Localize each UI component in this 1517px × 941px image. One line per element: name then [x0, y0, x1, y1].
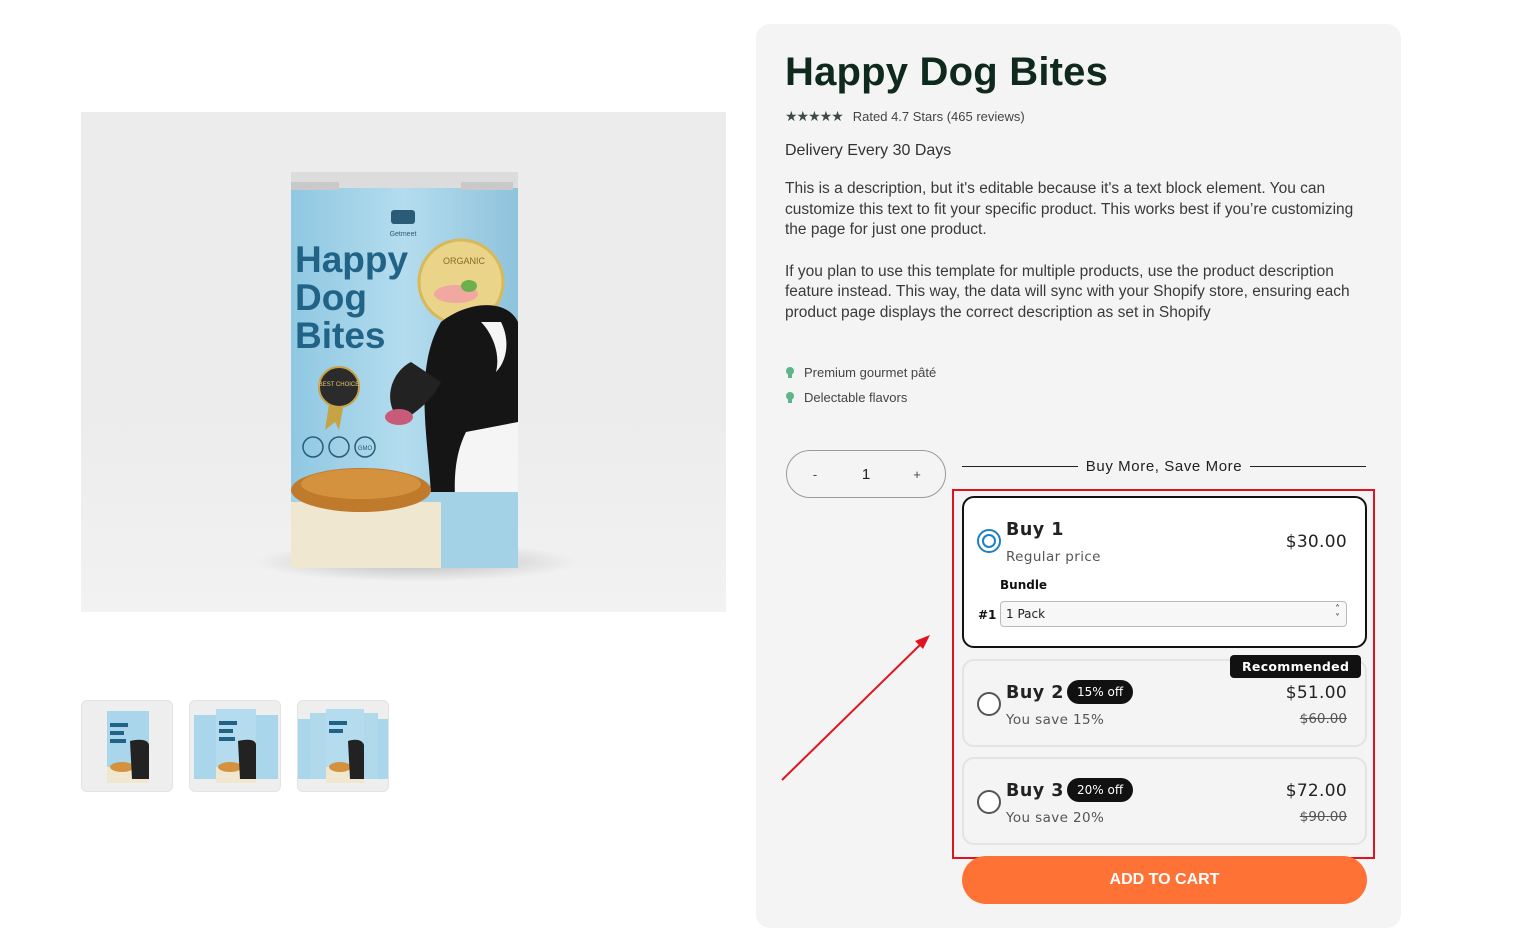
- product-title: Happy Dog Bites: [785, 50, 1109, 94]
- organic-seal-text: ORGANIC: [443, 256, 486, 266]
- buy-more-heading-text: Buy More, Save More: [1085, 457, 1243, 475]
- bag-brand: Getmeet: [390, 231, 417, 238]
- description-paragraph-1: This is a description, but it's editable…: [785, 180, 1354, 238]
- star-rating-icon: ★★★★★: [785, 108, 844, 124]
- product-page: Getmeet Happy Dog Bites ORGANIC BEST CHO…: [0, 0, 1517, 941]
- thumb-3-pack[interactable]: [189, 700, 281, 792]
- product-description: This is a description, but it's editable…: [785, 179, 1365, 323]
- feature-item: Premium gourmet pâté: [785, 360, 936, 385]
- dog-food-bag-image: Getmeet Happy Dog Bites ORGANIC BEST CHO…: [291, 172, 518, 568]
- buy-more-save-more-heading: Buy More, Save More: [962, 456, 1366, 476]
- highlight-annotation-box: [952, 489, 1375, 859]
- quantity-increase-button[interactable]: +: [911, 467, 923, 482]
- divider: [962, 465, 1078, 467]
- gmo-icon-text: GMO: [358, 446, 373, 452]
- bag-title-line3: Bites: [295, 315, 385, 356]
- annotation-arrow-icon: [781, 635, 930, 781]
- delivery-frequency: Delivery Every 30 Days: [785, 142, 952, 159]
- thumbnail-bags-image: [194, 709, 278, 783]
- bag-title-line2: Dog: [295, 277, 367, 318]
- product-main-image[interactable]: Getmeet Happy Dog Bites ORGANIC BEST CHO…: [81, 112, 726, 612]
- thumb-5-pack[interactable]: [297, 700, 389, 792]
- pin-icon: [785, 391, 794, 404]
- thumbnail-strip: [81, 700, 389, 792]
- add-to-cart-button[interactable]: ADD TO CART: [962, 856, 1367, 904]
- quantity-value[interactable]: 1: [862, 466, 870, 483]
- bag-title-line1: Happy: [295, 239, 409, 280]
- feature-label: Premium gourmet pâté: [804, 365, 937, 380]
- feature-label: Delectable flavors: [804, 390, 908, 405]
- feature-item: Delectable flavors: [785, 385, 936, 410]
- thumbnail-bags-image: [298, 709, 388, 783]
- quantity-stepper: - 1 +: [786, 450, 946, 498]
- rating-text: Rated 4.7 Stars (465 reviews): [852, 109, 1025, 124]
- thumbnail-bag-image: [107, 711, 149, 783]
- quantity-decrease-button[interactable]: -: [809, 467, 821, 482]
- divider: [1250, 465, 1366, 467]
- description-paragraph-2: If you plan to use this template for mul…: [785, 262, 1350, 321]
- pin-icon: [785, 366, 794, 379]
- thumb-1-pack[interactable]: [81, 700, 173, 792]
- best-choice-badge-text: BEST CHOICE: [319, 382, 360, 388]
- feature-list: Premium gourmet pâté Delectable flavors: [785, 360, 936, 410]
- rating-row: ★★★★★ Rated 4.7 Stars (465 reviews): [785, 108, 1025, 125]
